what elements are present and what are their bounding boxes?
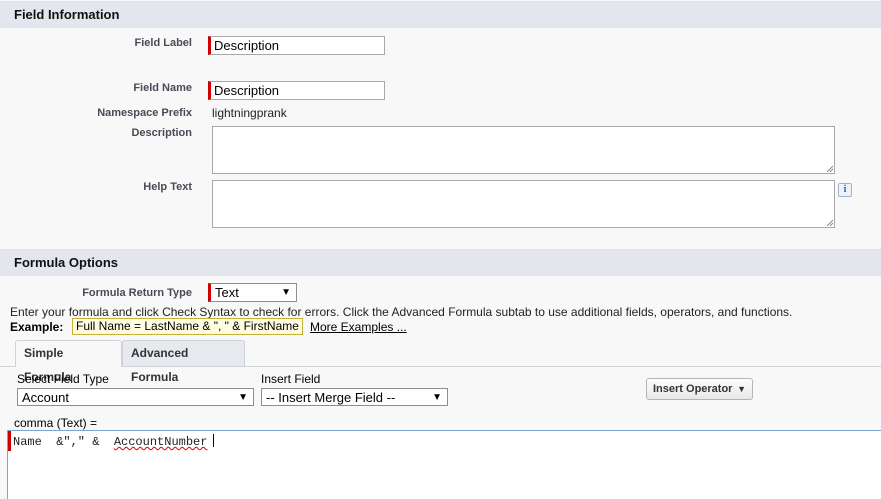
formula-options-header: Formula Options (0, 249, 881, 276)
formula-return-type-label: Formula Return Type (82, 287, 192, 299)
dropdown-arrow-icon: ▼ (238, 392, 248, 403)
resize-grip-icon[interactable] (825, 164, 833, 172)
formula-code-text: Name &"," & (13, 435, 114, 449)
dropdown-arrow-icon: ▼ (432, 392, 442, 403)
field-information-header: Field Information (0, 1, 881, 28)
insert-field-select[interactable]: -- Insert Merge Field -- ▼ (261, 388, 448, 406)
namespace-prefix-value: lightningprank (212, 106, 287, 120)
field-label-label: Field Label (134, 37, 192, 49)
insert-operator-label: Insert Operator (653, 383, 733, 395)
formula-return-type-select[interactable]: Text ▼ (208, 283, 297, 302)
formula-title: comma (Text) = (14, 416, 98, 430)
description-textarea[interactable] (212, 126, 835, 174)
example-label: Example: (10, 320, 64, 334)
text-cursor (213, 434, 215, 447)
help-text-label: Help Text (143, 181, 192, 193)
select-field-type-label: Select Field Type (17, 372, 109, 386)
example-formula: Full Name = LastName & ", " & FirstName (72, 318, 303, 335)
tab-advanced-formula[interactable]: Advanced Formula (122, 340, 245, 384)
insert-operator-button[interactable]: Insert Operator ▼ (646, 378, 753, 400)
namespace-prefix-label: Namespace Prefix (97, 107, 192, 119)
dropdown-arrow-icon: ▼ (281, 287, 291, 298)
more-examples-link[interactable]: More Examples ... (310, 320, 407, 334)
help-text-textarea[interactable] (212, 180, 835, 228)
select-field-type-select[interactable]: Account ▼ (17, 388, 254, 406)
field-name-input[interactable] (208, 81, 385, 100)
resize-grip-icon[interactable] (825, 218, 833, 226)
dropdown-arrow-icon: ▼ (737, 384, 746, 394)
field-name-label: Field Name (133, 82, 192, 94)
formula-code-field: AccountNumber (113, 435, 208, 449)
tab-simple-formula[interactable]: Simple Formula (15, 340, 122, 384)
formula-code[interactable]: Name &"," & AccountNumber (13, 434, 215, 449)
info-icon[interactable]: i (838, 183, 852, 197)
insert-field-value: -- Insert Merge Field -- (266, 390, 396, 405)
description-label: Description (131, 127, 192, 139)
formula-return-type-value: Text (215, 285, 239, 300)
formula-instructions: Enter your formula and click Check Synta… (10, 305, 793, 319)
select-field-type-value: Account (22, 390, 69, 405)
required-indicator (8, 431, 11, 451)
formula-editor[interactable]: Name &"," & AccountNumber (7, 430, 881, 499)
insert-field-label: Insert Field (261, 372, 321, 386)
field-label-input[interactable] (208, 36, 385, 55)
